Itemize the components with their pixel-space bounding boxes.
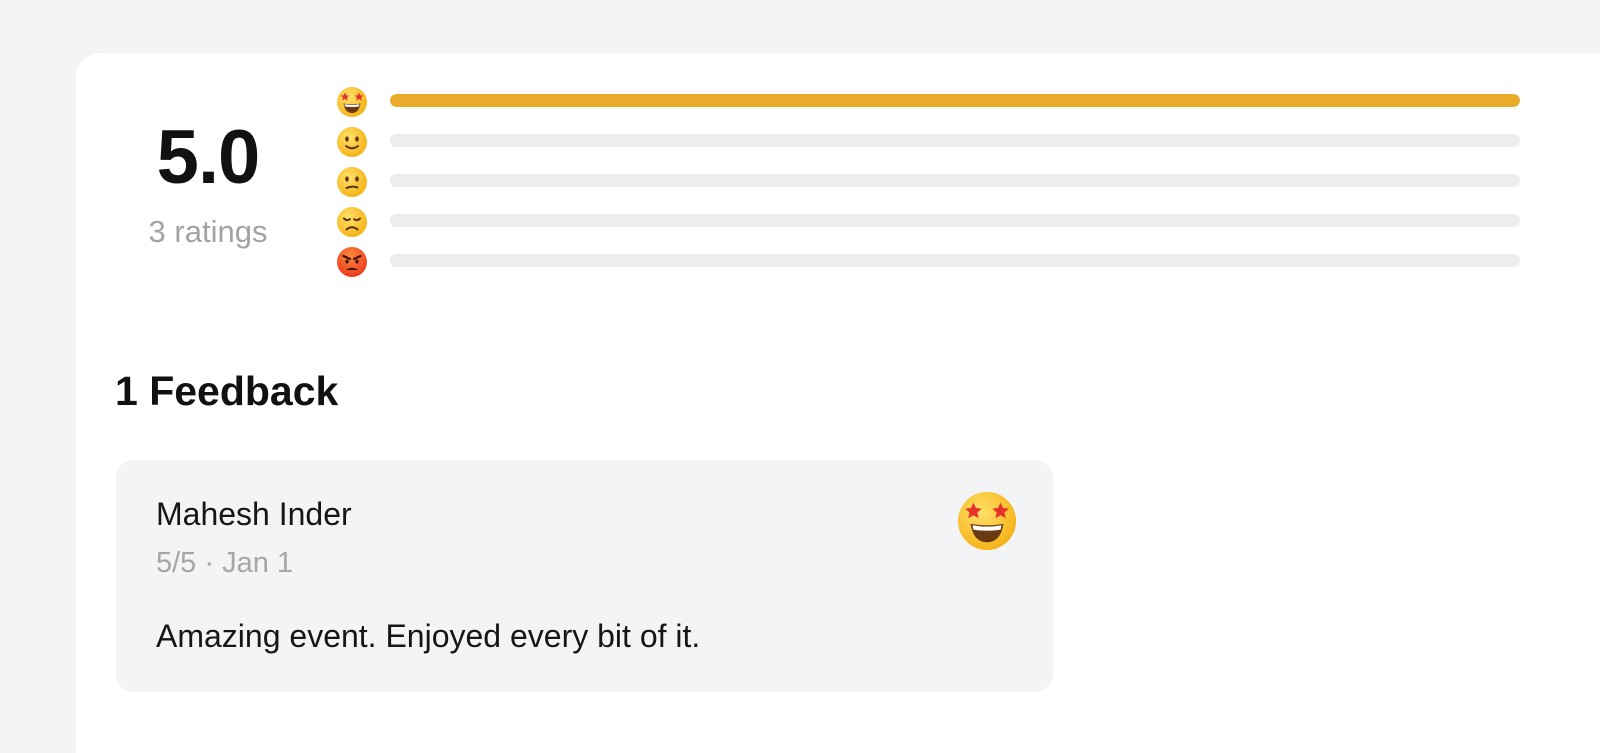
angry-face-icon bbox=[337, 247, 367, 277]
distribution-bar-track bbox=[390, 214, 1520, 227]
rating-distribution bbox=[336, 84, 1520, 284]
distribution-bar-track bbox=[390, 94, 1520, 107]
distribution-bar-track bbox=[390, 174, 1520, 187]
distribution-row-1 bbox=[336, 244, 1520, 284]
feedback-author-name: Mahesh Inder bbox=[156, 496, 352, 532]
ratings-count: 3 ratings bbox=[148, 214, 268, 249]
distribution-row-5 bbox=[336, 84, 1520, 124]
distribution-row-4 bbox=[336, 124, 1520, 164]
distribution-bar-fill bbox=[390, 94, 1520, 107]
average-rating: 5.0 bbox=[156, 115, 261, 200]
distribution-bar-track bbox=[390, 254, 1520, 267]
star-struck-face-icon bbox=[337, 87, 367, 117]
feedback-item: Mahesh Inder 5/5 · Jan 1 Amazing event. … bbox=[116, 460, 1053, 692]
star-struck-face-icon bbox=[957, 491, 1017, 551]
feedback-text: Amazing event. Enjoyed every bit of it. bbox=[156, 618, 701, 654]
slightly-smiling-face-icon bbox=[337, 127, 367, 157]
distribution-row-2 bbox=[336, 204, 1520, 244]
confused-face-icon bbox=[337, 167, 367, 197]
distribution-bar-track bbox=[390, 134, 1520, 147]
feedback-meta: 5/5 · Jan 1 bbox=[156, 547, 294, 579]
disappointed-face-icon bbox=[337, 207, 367, 237]
feedback-section-title: 1 Feedback bbox=[115, 368, 339, 414]
distribution-row-3 bbox=[336, 164, 1520, 204]
rating-summary: 5.0 3 ratings bbox=[128, 110, 288, 250]
